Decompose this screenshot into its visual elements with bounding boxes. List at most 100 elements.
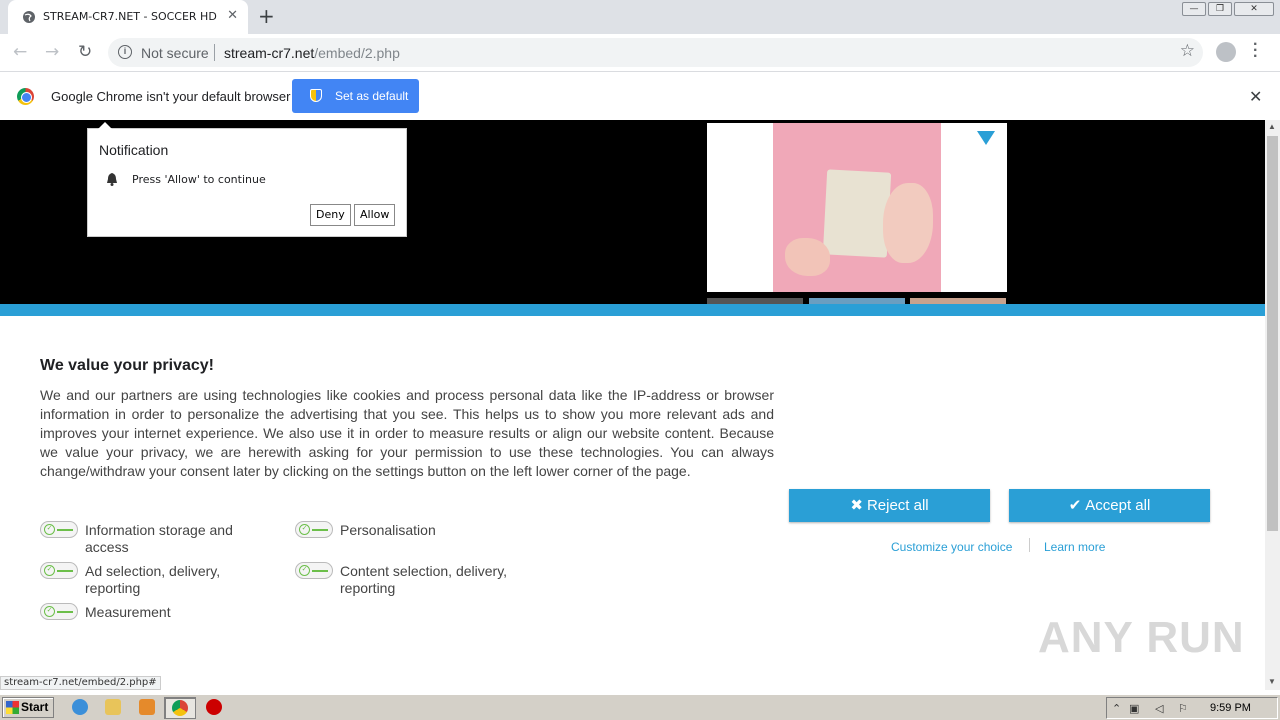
purpose-item[interactable]: ✓ Content selection, delivery, reporting [295,562,535,597]
anyrun-watermark: ANY RUN [1038,613,1245,662]
ie-icon[interactable] [72,699,88,715]
purpose-label: Information storage and access [85,522,233,555]
chrome-taskbar-button[interactable] [164,697,196,719]
forward-arrow-icon[interactable]: → [45,42,59,62]
links-divider [1029,538,1030,552]
purpose-label: Content selection, delivery, reporting [340,563,508,596]
menu-kebab-icon[interactable]: · · · [1253,37,1258,65]
purpose-toggle[interactable]: ✓ [295,562,333,579]
page-scrollbar[interactable]: ▲ ▼ [1265,120,1280,690]
accept-all-button[interactable]: ✔ Accept all [1009,489,1210,522]
tab-active[interactable]: STREAM-CR7.NET - SOCCER HD Pla ✕ [8,0,248,34]
system-tray: ⌃ ▣ ◁ ⚐ 9:59 PM [1106,697,1278,719]
ad-thumbnail[interactable] [809,298,905,304]
scroll-down-arrow-icon[interactable]: ▼ [1268,677,1276,686]
url-text[interactable]: stream-cr7.net/embed/2.php [224,45,400,61]
flag-icon[interactable]: ⚐ [1178,702,1188,715]
url-host: stream-cr7.net [224,45,315,61]
video-ad[interactable] [707,123,1007,292]
windows-logo-icon [6,701,19,714]
start-label: Start [21,700,49,714]
check-icon: ✓ [44,606,55,617]
ad-image [773,123,941,292]
notification-title: Notification [99,142,169,158]
toggle-line [57,529,73,531]
set-as-default-button[interactable]: Set as default [292,79,419,113]
x-icon: ✖ [850,496,863,514]
check-icon: ✓ [44,565,55,576]
notification-popup: Notification Press 'Allow' to continue D… [87,122,407,237]
window-controls: — ❐ ✕ [1182,2,1274,16]
info-icon[interactable]: i [118,45,132,59]
purpose-label: Ad selection, delivery, reporting [85,563,221,596]
ad-thumbnail[interactable] [910,298,1006,304]
network-icon[interactable]: ▣ [1129,702,1139,715]
purpose-item[interactable]: ✓ Information storage and access [40,521,260,556]
tray-expand-icon[interactable]: ⌃ [1112,702,1121,715]
purpose-toggle[interactable]: ✓ [40,521,78,538]
deny-button[interactable]: Deny [310,204,351,226]
omnibox-divider [214,44,215,61]
browser-toolbar: ← → ↻ i Not secure stream-cr7.net/embed/… [0,34,1280,71]
privacy-title: We value your privacy! [40,357,214,374]
reload-icon[interactable]: ↻ [78,42,92,62]
ad-hand-shape [883,183,933,263]
check-icon: ✓ [299,524,310,535]
customize-choice-link[interactable]: Customize your choice [891,540,1012,554]
ad-thumbnails [707,298,1007,304]
chrome-logo-icon [17,88,34,105]
tab-close-icon[interactable]: ✕ [227,8,238,23]
shield-icon [310,89,322,102]
ad-hand-shape [785,238,830,276]
ad-book-shape [822,169,892,258]
opera-icon[interactable] [206,699,222,715]
media-player-icon[interactable] [139,699,155,715]
ad-choices-icon[interactable] [977,131,995,145]
window-close-button[interactable]: ✕ [1234,2,1274,16]
clock[interactable]: 9:59 PM [1210,702,1251,714]
check-icon: ✔ [1068,496,1082,514]
back-arrow-icon[interactable]: ← [13,42,27,62]
scrollbar-thumb[interactable] [1267,136,1278,531]
new-tab-button[interactable]: + [258,4,275,28]
reject-all-button[interactable]: ✖ Reject all [789,489,990,522]
volume-icon[interactable]: ◁ [1155,702,1163,715]
notification-text: Press 'Allow' to continue [132,173,266,186]
chrome-icon [172,700,188,716]
toggle-line [312,529,328,531]
privacy-body: We and our partners are using technologi… [40,387,774,479]
folder-icon[interactable] [105,699,121,715]
ad-thumbnail[interactable] [707,298,803,304]
purpose-toggle[interactable]: ✓ [295,521,333,538]
accent-band [0,304,1265,316]
url-path: /embed/2.php [314,45,400,61]
security-label[interactable]: Not secure [141,45,209,61]
web-page: Notification Press 'Allow' to continue D… [0,120,1265,690]
address-bar[interactable]: i Not secure stream-cr7.net/embed/2.php … [108,38,1203,67]
bookmark-star-icon[interactable]: ☆ [1180,41,1195,61]
tab-strip: STREAM-CR7.NET - SOCCER HD Pla ✕ + — ❐ ✕ [0,0,1280,34]
set-as-default-label: Set as default [335,89,409,103]
infobar-close-icon[interactable]: ✕ [1249,87,1262,106]
globe-icon [23,11,35,23]
restore-button[interactable]: ❐ [1208,2,1232,16]
purpose-item[interactable]: ✓ Measurement [40,603,260,621]
toggle-line [57,570,73,572]
profile-avatar-icon[interactable] [1216,42,1236,62]
purpose-item[interactable]: ✓ Ad selection, delivery, reporting [40,562,260,597]
learn-more-link[interactable]: Learn more [1044,540,1105,554]
minimize-button[interactable]: — [1182,2,1206,16]
toggle-line [312,570,328,572]
tab-title: STREAM-CR7.NET - SOCCER HD Pla [43,10,218,23]
start-button[interactable]: Start [2,697,54,718]
scroll-up-arrow-icon[interactable]: ▲ [1268,122,1276,131]
reject-all-label: Reject all [866,497,929,514]
purpose-item[interactable]: ✓ Personalisation [295,521,535,539]
bell-icon [107,173,117,186]
purpose-toggle[interactable]: ✓ [40,562,78,579]
purpose-toggle[interactable]: ✓ [40,603,78,620]
accept-all-label: Accept all [1085,497,1151,514]
allow-button[interactable]: Allow [354,204,396,226]
infobar-message: Google Chrome isn't your default browser [51,89,291,104]
check-icon: ✓ [44,524,55,535]
